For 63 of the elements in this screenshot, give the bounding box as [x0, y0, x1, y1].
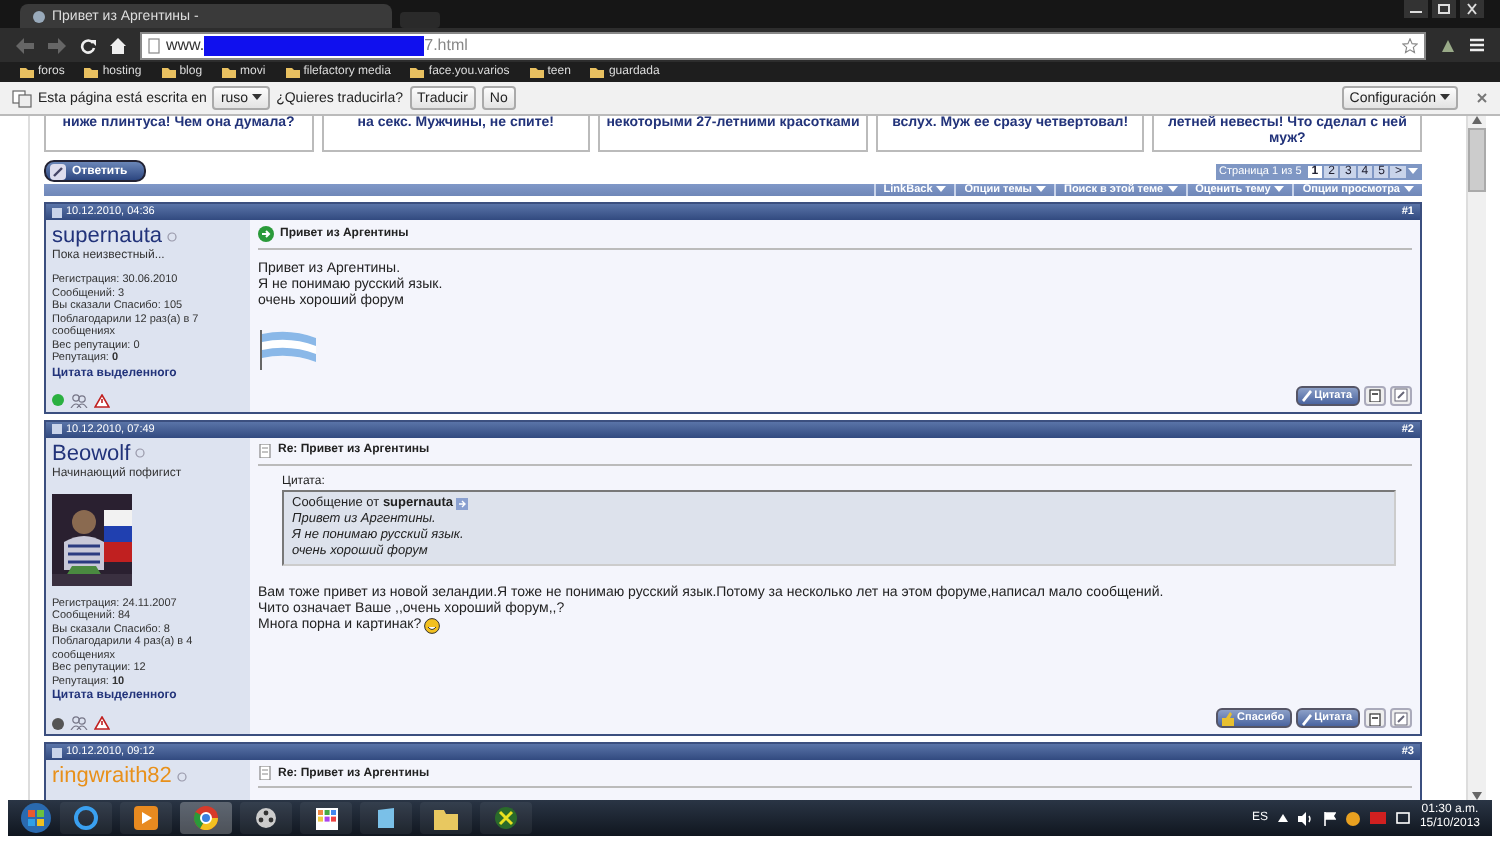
- reload-icon[interactable]: [80, 37, 96, 53]
- view-post-icon[interactable]: [456, 497, 469, 509]
- maximize-button[interactable]: [1432, 0, 1456, 18]
- minimize-button[interactable]: [1404, 0, 1428, 18]
- folder-icon: [590, 66, 605, 78]
- flag-icon[interactable]: [1323, 811, 1336, 825]
- warning-icon[interactable]: [94, 393, 110, 407]
- address-bar[interactable]: www. 7.html: [140, 31, 1426, 59]
- film-reel-icon: [254, 806, 278, 830]
- quick-reply-button[interactable]: [1390, 708, 1412, 728]
- star-icon[interactable]: [1402, 37, 1418, 53]
- folder-icon: [20, 66, 34, 78]
- taskbar-app[interactable]: [480, 802, 532, 834]
- taskbar-app[interactable]: [240, 802, 292, 834]
- scrollbar-thumb[interactable]: [1468, 128, 1486, 192]
- username[interactable]: Beowolf: [52, 441, 131, 465]
- thumbs-up-icon: [1219, 711, 1236, 725]
- start-button[interactable]: [20, 802, 52, 834]
- multiquote-button[interactable]: [1364, 385, 1386, 405]
- tray-app-icon[interactable]: [1369, 812, 1386, 824]
- site-icon: [32, 9, 46, 23]
- taskbar-app[interactable]: [360, 802, 412, 834]
- taskbar-app[interactable]: [300, 802, 352, 834]
- warning-icon[interactable]: [94, 716, 110, 730]
- play-icon: [134, 806, 158, 830]
- users-icon: [70, 716, 88, 730]
- grid-icon: [315, 807, 337, 829]
- back-icon[interactable]: [16, 37, 34, 53]
- shield-icon[interactable]: [1345, 811, 1360, 825]
- folder-icon: [161, 66, 176, 78]
- folder-icon: [222, 66, 237, 78]
- notebook-icon: [374, 806, 398, 830]
- folder-icon: [285, 66, 300, 78]
- folder-icon: [434, 807, 458, 829]
- close-icon[interactable]: [1476, 92, 1488, 104]
- browser-icon: [194, 806, 218, 830]
- pencil-icon: [50, 163, 66, 179]
- folder-icon: [410, 66, 425, 78]
- pencil-icon: [1394, 388, 1408, 402]
- url-text: www.: [166, 36, 205, 54]
- folder-icon: [84, 66, 99, 78]
- pencil-icon: [1300, 388, 1313, 402]
- extension-icon[interactable]: [1440, 37, 1456, 53]
- volume-icon[interactable]: [1297, 811, 1314, 825]
- taskbar-app[interactable]: [420, 802, 472, 834]
- users-icon: [70, 393, 88, 407]
- multiquote-button[interactable]: [1364, 708, 1386, 728]
- menu-icon[interactable]: [1470, 38, 1484, 52]
- translate-icon: [12, 89, 32, 107]
- arrow-icon: [258, 226, 274, 242]
- forward-icon[interactable]: [48, 37, 66, 53]
- home-icon[interactable]: [110, 37, 126, 53]
- network-icon[interactable]: [1395, 811, 1410, 825]
- taskbar-app[interactable]: [120, 802, 172, 834]
- username[interactable]: supernauta: [52, 224, 163, 248]
- url-text: 7.html: [424, 36, 468, 54]
- quick-reply-button[interactable]: [1390, 385, 1412, 405]
- folder-icon: [529, 66, 544, 78]
- page-icon: [148, 37, 160, 53]
- close-button[interactable]: [1460, 0, 1484, 18]
- pencil-icon: [1300, 711, 1313, 725]
- taskbar-app[interactable]: [180, 802, 232, 834]
- pencil-icon: [1394, 711, 1408, 725]
